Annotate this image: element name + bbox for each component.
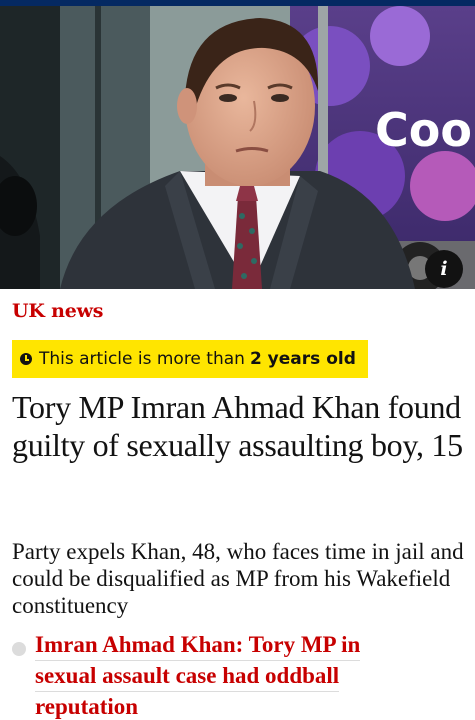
bullet-icon xyxy=(12,642,26,656)
info-icon: i xyxy=(440,258,448,280)
image-info-button[interactable]: i xyxy=(425,250,463,288)
age-notice-emphasis: 2 years old xyxy=(249,349,356,369)
clock-icon xyxy=(20,353,32,365)
related-article-link[interactable]: Imran Ahmad Khan: Tory MP in sexual assa… xyxy=(35,630,361,720)
hero-photo-illustration: Coo xyxy=(0,6,475,289)
article-standfirst: Party expels Khan, 48, who faces time in… xyxy=(12,539,464,618)
related-link-line: reputation xyxy=(35,692,138,720)
vehicle-sign-text: Coo xyxy=(375,103,472,157)
age-notice-prefix: This article is more than xyxy=(39,349,245,369)
hero-photo[interactable]: Coo i xyxy=(0,6,475,289)
article-age-notice: This article is more than 2 years old xyxy=(12,340,368,378)
section-link-uk-news[interactable]: UK news xyxy=(12,300,103,322)
related-link-item[interactable]: Imran Ahmad Khan: Tory MP in sexual assa… xyxy=(12,630,467,720)
related-link-line: Imran Ahmad Khan: Tory MP in xyxy=(35,630,361,661)
related-link-line: sexual assault case had oddball xyxy=(35,661,340,692)
article-headline: Tory MP Imran Ahmad Khan found guilty of… xyxy=(12,389,463,463)
